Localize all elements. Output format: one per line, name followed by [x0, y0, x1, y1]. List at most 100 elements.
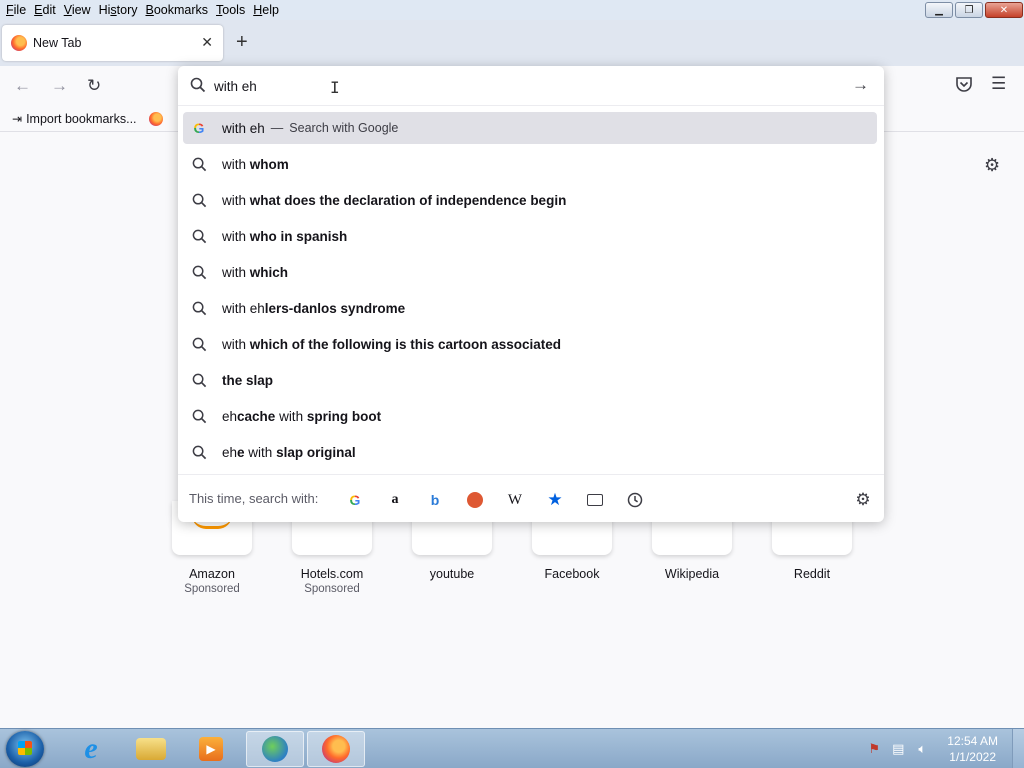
text-cursor-icon: I	[330, 78, 340, 97]
start-button[interactable]	[6, 731, 44, 767]
bookmarks-star-icon[interactable]: ★	[544, 489, 566, 511]
search-icon	[190, 371, 208, 389]
suggestion-row[interactable]: with which	[183, 254, 877, 290]
suggestion-bold: lers-danlos syndrome	[264, 300, 406, 316]
forward-arrow-icon[interactable]: →	[51, 76, 68, 96]
suggestion-plain: with eh	[222, 300, 265, 316]
one-off-search-bar: This time, search with: G a b W ★ ⚙	[178, 474, 884, 522]
search-icon	[190, 77, 206, 96]
show-desktop-button[interactable]	[1012, 729, 1024, 768]
suggestion-row[interactable]: with what does the declaration of indepe…	[183, 182, 877, 218]
suggestion-bold: what does the declaration of independenc…	[249, 192, 567, 208]
tile-label: Wikipedia	[664, 567, 720, 581]
taskbar-firefox[interactable]	[307, 731, 365, 767]
tile-label: Reddit	[793, 567, 831, 581]
suggestion-row[interactable]: with who in spanish	[183, 218, 877, 254]
taskbar-media-player[interactable]: ▶	[182, 731, 240, 767]
taskbar: e ▶ ⚑ ▤ 🔈︎ 12:54 AM 1/1/2022	[0, 728, 1024, 768]
media-player-icon: ▶	[199, 737, 223, 761]
getting-started-bookmark[interactable]	[148, 111, 167, 126]
search-icon	[190, 155, 208, 173]
import-bookmarks-item[interactable]: ⇥ Import bookmarks...	[12, 112, 137, 126]
wikipedia-icon[interactable]: W	[504, 489, 526, 511]
suggestion-bold: cache	[237, 408, 276, 424]
volume-icon[interactable]: 🔈︎	[913, 741, 931, 757]
menu-tools[interactable]: Tools	[212, 0, 249, 20]
network-users-icon	[262, 736, 288, 762]
system-tray: ⚑ ▤ 🔈︎ 12:54 AM 1/1/2022	[865, 729, 1024, 768]
action-center-flag-icon[interactable]: ⚑	[865, 741, 883, 757]
suggestion-bold: which	[249, 264, 289, 280]
tab-strip: New Tab ✕ +	[0, 20, 1024, 66]
suggestion-bold: who in spanish	[249, 228, 348, 244]
suggestion-list: G with eh — Search with Google with whom…	[183, 112, 877, 470]
suggestion-row[interactable]: eh e with slap original	[183, 434, 877, 470]
one-off-label: This time, search with:	[189, 491, 319, 506]
history-icon[interactable]	[624, 489, 646, 511]
back-arrow-icon[interactable]: ←	[14, 76, 31, 96]
search-icon	[190, 191, 208, 209]
menu-bookmarks[interactable]: Bookmarks	[142, 0, 213, 20]
suggestion-bold: e	[237, 444, 245, 460]
suggestion-plain: eh	[222, 444, 238, 460]
folder-icon	[136, 738, 166, 760]
search-with-google-row[interactable]: G with eh — Search with Google	[183, 112, 877, 144]
clock-time: 12:54 AM	[947, 734, 998, 748]
pocket-icon[interactable]	[955, 75, 973, 98]
internet-explorer-icon: e	[84, 732, 98, 765]
tabs-icon[interactable]	[584, 489, 606, 511]
tab-close-icon[interactable]: ✕	[201, 34, 213, 51]
search-icon	[190, 299, 208, 317]
suggestion-plain: with	[222, 156, 250, 172]
duckduckgo-icon[interactable]	[464, 489, 486, 511]
taskbar-internet-explorer[interactable]: e	[62, 731, 120, 767]
suggestion-query: with eh	[222, 120, 265, 136]
close-window-button[interactable]: ✕	[985, 2, 1023, 18]
firefox-icon	[322, 735, 350, 763]
reload-icon[interactable]: ↻	[87, 76, 101, 96]
google-icon: G	[193, 120, 205, 136]
restore-button[interactable]: ❐	[955, 2, 983, 18]
new-tab-plus-icon[interactable]: +	[236, 31, 248, 54]
urlbar-input-row: I →	[178, 66, 884, 106]
tile-sponsored-label: Sponsored	[304, 583, 360, 595]
tab-title: New Tab	[33, 36, 82, 50]
go-arrow-icon[interactable]: →	[852, 75, 869, 95]
amazon-icon[interactable]: a	[384, 489, 406, 511]
suggestion-row[interactable]: with eh lers-danlos syndrome	[183, 290, 877, 326]
personalize-gear-icon[interactable]: ⚙	[984, 155, 1000, 176]
tile-label: Amazon	[189, 567, 235, 581]
search-icon	[190, 335, 208, 353]
title-bar: File Edit View History Bookmarks Tools H…	[0, 0, 1024, 20]
search-icon	[190, 443, 208, 461]
search-icon	[190, 263, 208, 281]
suggestion-row[interactable]: the slap	[183, 362, 877, 398]
menu-file[interactable]: File	[2, 0, 30, 20]
suggestion-plain: with	[222, 264, 250, 280]
taskbar-file-explorer[interactable]	[122, 731, 180, 767]
search-settings-gear-icon[interactable]: ⚙	[852, 489, 874, 511]
suggestion-row[interactable]: with whom	[183, 146, 877, 182]
bing-icon[interactable]: b	[424, 489, 446, 511]
suggestion-row[interactable]: with which of the following is this cart…	[183, 326, 877, 362]
hamburger-menu-icon[interactable]: ☰	[991, 74, 1006, 94]
suggestion-plain: with	[222, 336, 250, 352]
urlbar-input[interactable]	[214, 76, 814, 96]
suggestion-row[interactable]: eh cache with spring boot	[183, 398, 877, 434]
menu-help[interactable]: Help	[249, 0, 283, 20]
google-icon[interactable]: G	[344, 489, 366, 511]
suggestion-separator: —	[270, 121, 284, 135]
search-icon	[190, 407, 208, 425]
window-controls: ▁ ❐ ✕	[925, 2, 1023, 18]
suggestion-engine-label: Search with Google	[289, 121, 399, 135]
menu-view[interactable]: View	[60, 0, 95, 20]
menu-edit[interactable]: Edit	[30, 0, 60, 20]
clock[interactable]: 12:54 AM 1/1/2022	[947, 733, 998, 765]
minimize-button[interactable]: ▁	[925, 2, 953, 18]
firefox-favicon-icon	[11, 35, 27, 51]
network-icon[interactable]: ▤	[889, 741, 907, 757]
minimize-icon: ▁	[935, 4, 943, 16]
taskbar-network-app[interactable]	[246, 731, 304, 767]
tab-new-tab[interactable]: New Tab ✕	[2, 25, 223, 61]
menu-history[interactable]: History	[95, 0, 142, 20]
